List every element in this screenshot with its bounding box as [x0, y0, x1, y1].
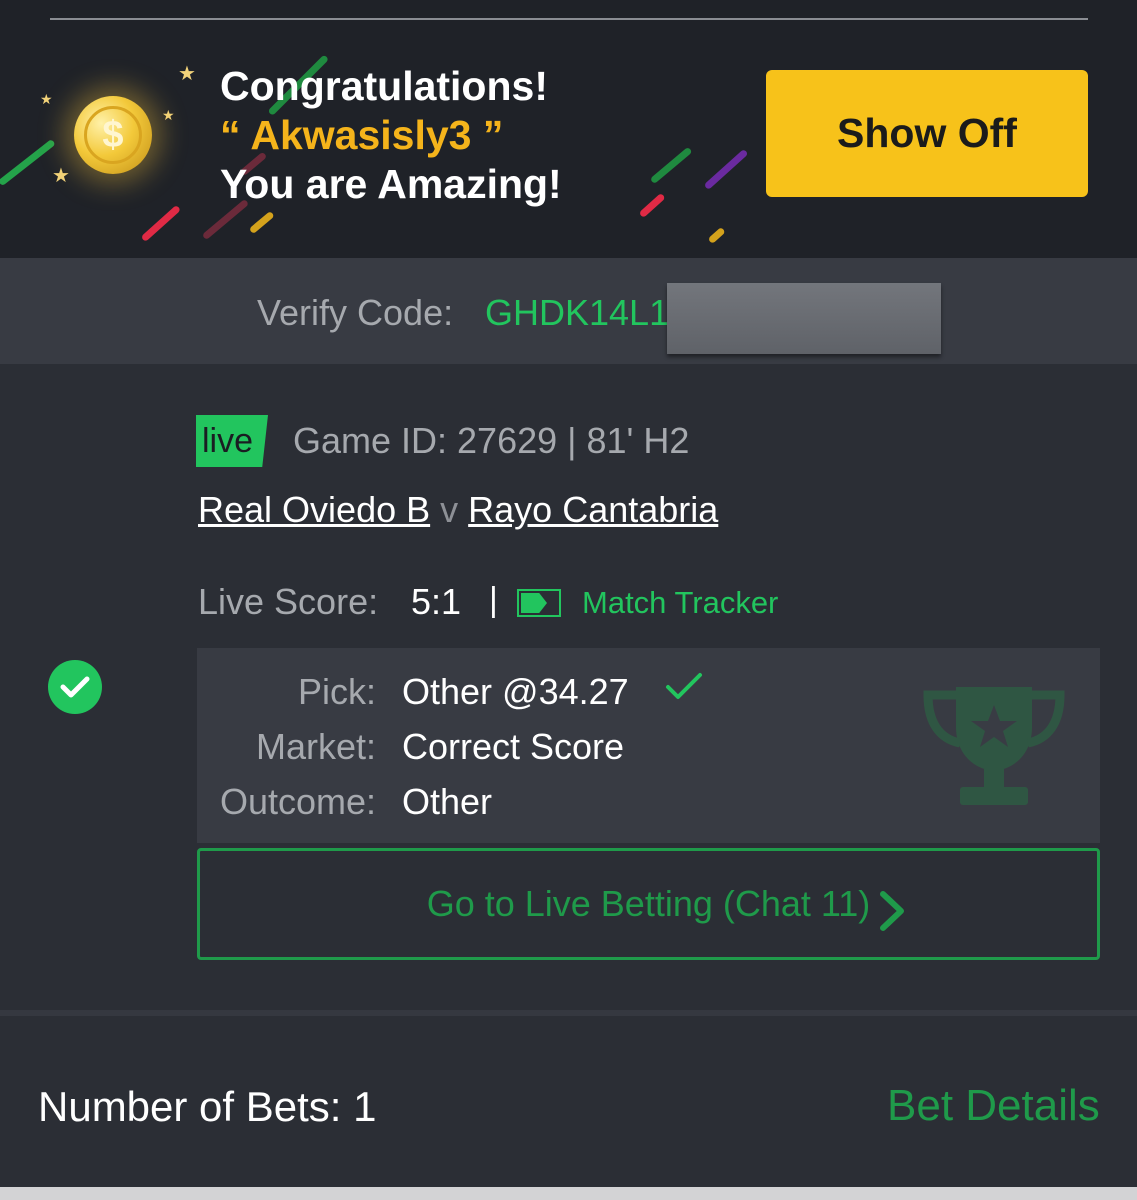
match-tracker-icon[interactable]: [517, 589, 561, 617]
live-betting-label: Go to Live Betting (Chat 11): [426, 883, 871, 924]
confetti-streak: [140, 204, 182, 243]
star-icon: ★: [178, 63, 196, 85]
congrats-title: Congratulations!: [220, 63, 548, 109]
star-icon: ★: [52, 165, 70, 187]
verify-code-label: Verify Code:: [257, 292, 454, 333]
live-score-value: 5:1: [411, 581, 462, 622]
confetti-streak: [649, 146, 693, 185]
match-tracker-link[interactable]: Match Tracker: [582, 585, 778, 621]
game-id-text: Game ID: 27629 | 81' H2: [293, 420, 690, 461]
live-betting-button[interactable]: Go to Live Betting (Chat 11): [197, 848, 1100, 960]
star-icon: ★: [162, 107, 175, 123]
match-teams: Real Oviedo B v Rayo Cantabria: [198, 489, 718, 531]
number-of-bets: Number of Bets: 1: [38, 1083, 377, 1130]
trophy-icon: [920, 683, 1068, 816]
pick-value: Other @34.27: [402, 671, 629, 712]
confetti-streak: [703, 148, 749, 191]
market-label: Market:: [255, 726, 376, 767]
top-divider: [50, 18, 1088, 20]
home-team-link[interactable]: Real Oviedo B: [198, 489, 430, 530]
congrats-username-line: “ Akwasisly3 ”: [220, 112, 504, 158]
show-off-button[interactable]: Show Off: [766, 70, 1088, 197]
outcome-label: Outcome:: [219, 781, 376, 822]
congrats-banner: ★ ★ ★ ★ $ Congratulations! “ Akwasisly3 …: [0, 0, 1137, 258]
congrats-username: Akwasisly3: [250, 112, 472, 158]
market-value: Correct Score: [402, 726, 625, 767]
section-divider: [0, 1010, 1137, 1016]
confetti-streak: [638, 192, 666, 219]
bet-details-link[interactable]: Bet Details: [887, 1081, 1100, 1131]
star-icon: ★: [40, 91, 53, 107]
confetti-streak: [707, 226, 726, 245]
congrats-subtitle: You are Amazing!: [220, 161, 562, 207]
pick-label: Pick:: [297, 671, 376, 712]
score-separator: |: [489, 581, 498, 619]
confetti-streak: [248, 210, 275, 235]
redaction-box: [667, 283, 941, 354]
bottom-edge: [0, 1187, 1137, 1200]
verify-code-value: GHDK14L1: [485, 292, 670, 333]
versus-label: v: [440, 489, 459, 530]
live-badge: live: [196, 415, 268, 467]
dollar-coin-icon: $: [74, 96, 152, 174]
away-team-link[interactable]: Rayo Cantabria: [468, 489, 718, 530]
congrats-message: Congratulations! “ Akwasisly3 ” You are …: [220, 62, 562, 209]
chevron-right-icon: [878, 891, 906, 936]
live-score-label: Live Score:: [198, 581, 379, 622]
won-status-check-icon: [48, 660, 102, 714]
outcome-value: Other: [402, 781, 493, 822]
pick-check-icon: [665, 672, 703, 707]
confetti-streak: [0, 138, 56, 187]
